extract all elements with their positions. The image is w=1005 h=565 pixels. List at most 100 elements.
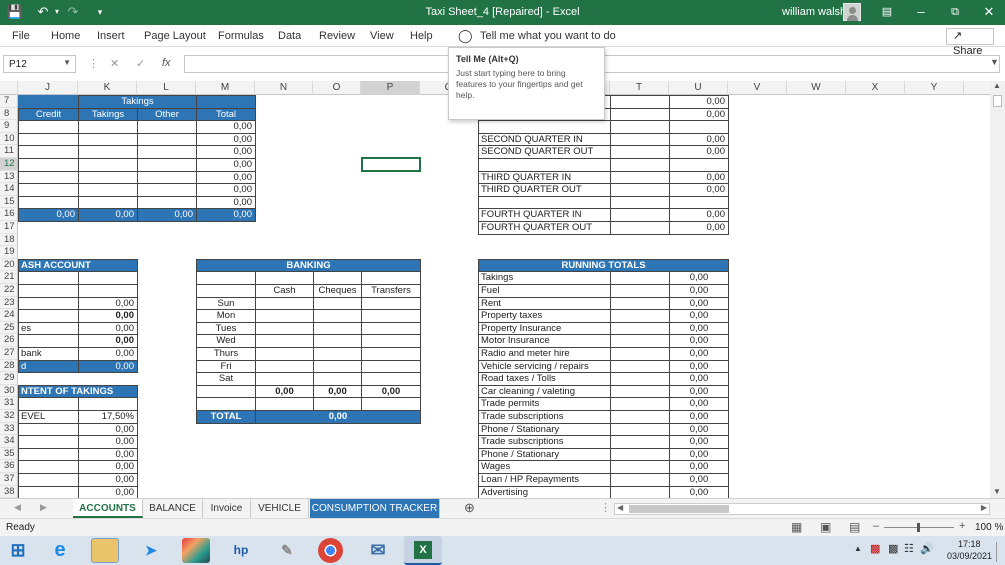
- content-of-takings-label[interactable]: [18, 435, 79, 449]
- running-totals-item[interactable]: Loan / HP Repayments: [478, 473, 611, 487]
- running-totals-item[interactable]: Vehicle servicing / repairs: [478, 359, 611, 374]
- row-header[interactable]: 11: [0, 145, 17, 158]
- running-totals-cell[interactable]: [610, 447, 670, 462]
- banking-cell[interactable]: [313, 347, 362, 361]
- takings-column-header[interactable]: Other: [137, 107, 197, 122]
- running-totals-item[interactable]: Phone / Stationary: [478, 447, 611, 462]
- clock-date[interactable]: 03/09/2021: [947, 551, 992, 561]
- running-totals-value[interactable]: 0,00: [669, 347, 729, 361]
- banking-cell[interactable]: [361, 347, 421, 361]
- running-totals-item[interactable]: Motor Insurance: [478, 334, 611, 348]
- running-totals-value[interactable]: 0,00: [669, 271, 729, 285]
- takings-total[interactable]: 0,00: [78, 208, 138, 222]
- content-of-takings-label[interactable]: [18, 422, 79, 437]
- cash-account-value[interactable]: 0,00: [78, 321, 138, 336]
- cash-account-value[interactable]: 0,00: [78, 296, 138, 311]
- thunderbird-icon[interactable]: ✉: [364, 538, 392, 563]
- running-totals-item[interactable]: Car cleaning / valeting: [478, 384, 611, 399]
- row-header[interactable]: 31: [0, 397, 17, 410]
- column-header[interactable]: O: [313, 81, 361, 95]
- takings-column-header[interactable]: Total: [196, 107, 256, 122]
- takings-title[interactable]: Takings: [78, 95, 197, 109]
- running-totals-cell[interactable]: [610, 347, 670, 361]
- row-header[interactable]: 15: [0, 196, 17, 209]
- quarter-cell[interactable]: [610, 183, 670, 197]
- running-totals-item[interactable]: Takings: [478, 271, 611, 285]
- page-layout-view-icon[interactable]: ▣: [820, 520, 831, 534]
- running-totals-value[interactable]: 0,00: [669, 485, 729, 498]
- cash-account-label[interactable]: [18, 309, 79, 323]
- banking-column-header[interactable]: Cash: [255, 284, 314, 298]
- running-totals-cell[interactable]: [610, 435, 670, 449]
- tell-me-box[interactable]: Tell me what you want to do: [480, 30, 616, 42]
- running-totals-item[interactable]: Advertising: [478, 485, 611, 498]
- zoom-out-icon[interactable]: –: [873, 520, 879, 532]
- row-header[interactable]: 16: [0, 208, 17, 221]
- running-totals-cell[interactable]: [610, 384, 670, 399]
- banking-cell[interactable]: [361, 334, 421, 348]
- zoom-slider-thumb[interactable]: [917, 523, 920, 532]
- quarter-value[interactable]: 0,00: [669, 95, 729, 109]
- content-of-takings-label[interactable]: [18, 473, 79, 487]
- quarter-label[interactable]: SECOND QUARTER IN: [478, 132, 611, 147]
- row-header[interactable]: 9: [0, 120, 17, 133]
- hp-icon[interactable]: hp: [227, 538, 255, 563]
- row-header[interactable]: 19: [0, 246, 17, 259]
- column-header[interactable]: Y: [905, 81, 964, 95]
- enter-icon[interactable]: ✓: [136, 57, 145, 70]
- cash-account-label[interactable]: bank: [18, 347, 79, 361]
- scroll-right-icon[interactable]: ▶: [981, 503, 987, 512]
- running-totals-value[interactable]: 0,00: [669, 410, 729, 424]
- banking-cell[interactable]: [313, 397, 362, 411]
- row-header[interactable]: 37: [0, 473, 17, 486]
- takings-cell[interactable]: [18, 158, 79, 172]
- tab-splitter-icon[interactable]: ⋮: [600, 501, 611, 514]
- row-header[interactable]: 17: [0, 221, 17, 234]
- tab-file[interactable]: File: [12, 30, 30, 42]
- column-header[interactable]: K: [78, 81, 137, 95]
- takings-cell[interactable]: [18, 145, 79, 159]
- next-sheet-icon[interactable]: ▶: [40, 502, 47, 513]
- running-totals-value[interactable]: 0,00: [669, 422, 729, 437]
- share-button[interactable]: ↗ Share: [946, 28, 994, 57]
- banking-cell[interactable]: [255, 372, 314, 386]
- cash-account-value[interactable]: [78, 284, 138, 298]
- sheet-tab-invoice[interactable]: Invoice: [203, 499, 251, 518]
- running-totals-cell[interactable]: [610, 309, 670, 323]
- ribbon-display-icon[interactable]: ▤: [878, 4, 896, 20]
- cash-account-label[interactable]: d: [18, 359, 79, 374]
- banking-cell[interactable]: [361, 321, 421, 336]
- row-header[interactable]: 10: [0, 133, 17, 146]
- running-totals-cell[interactable]: [610, 485, 670, 498]
- banking-day[interactable]: Sat: [196, 372, 256, 386]
- zoom-slider[interactable]: [884, 523, 954, 532]
- banking-cell[interactable]: [361, 296, 421, 311]
- banking-cell[interactable]: [361, 309, 421, 323]
- zoom-in-icon[interactable]: +: [959, 520, 965, 532]
- quarter-value[interactable]: 0,00: [669, 170, 729, 185]
- running-totals-item[interactable]: Property taxes: [478, 309, 611, 323]
- show-hidden-icons-icon[interactable]: ▲: [854, 544, 862, 553]
- takings-blank-header[interactable]: [18, 95, 79, 109]
- running-totals-cell[interactable]: [610, 271, 670, 285]
- quarter-value[interactable]: 0,00: [669, 221, 729, 235]
- cancel-icon[interactable]: ✕: [110, 57, 119, 70]
- sheet-tab-accounts[interactable]: ACCOUNTS: [73, 499, 143, 518]
- horizontal-scrollbar[interactable]: ◀ ▶: [614, 503, 990, 515]
- running-totals-value[interactable]: 0,00: [669, 309, 729, 323]
- banking-cell[interactable]: [255, 359, 314, 374]
- quarter-label[interactable]: [478, 158, 611, 172]
- quarter-label[interactable]: FOURTH QUARTER OUT: [478, 221, 611, 235]
- takings-header-cell[interactable]: [196, 95, 256, 109]
- quarter-cell[interactable]: [610, 208, 670, 222]
- quarter-label[interactable]: SECOND QUARTER OUT: [478, 145, 611, 159]
- row-header[interactable]: 13: [0, 171, 17, 184]
- running-totals-item[interactable]: Trade subscriptions: [478, 410, 611, 424]
- banking-cell[interactable]: [255, 271, 314, 285]
- tab-data[interactable]: Data: [278, 30, 301, 42]
- banking-cell[interactable]: [196, 284, 256, 298]
- scroll-left-icon[interactable]: ◀: [617, 503, 623, 512]
- row-header[interactable]: 12: [0, 158, 17, 171]
- sheet-tab-vehicle[interactable]: VEHICLE: [251, 499, 309, 518]
- running-totals-value[interactable]: 0,00: [669, 359, 729, 374]
